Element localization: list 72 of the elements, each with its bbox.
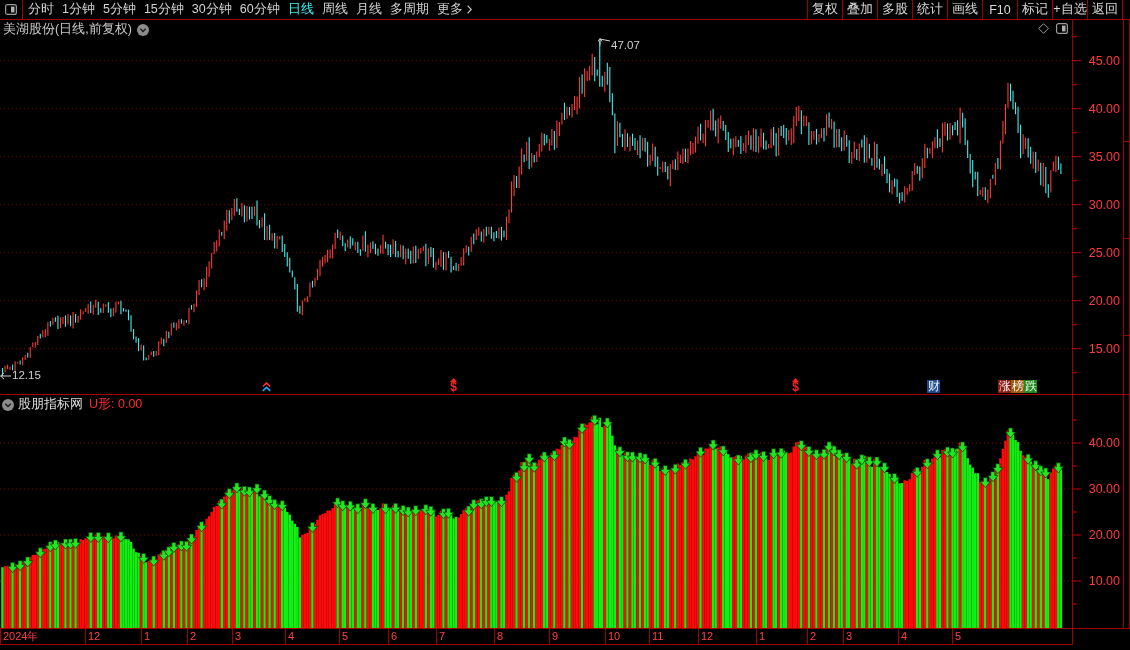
axis-label: 35.00 (1088, 150, 1120, 164)
low-price-label: 12.15 (12, 369, 41, 382)
toolbar-button[interactable]: 统计 (912, 0, 947, 19)
date-label: 3 (843, 629, 853, 644)
date-label: 5 (952, 629, 962, 644)
axis-label: 10.00 (1088, 574, 1120, 588)
toolbar-button[interactable]: 复权 (807, 0, 842, 19)
double-chevron-up-icon (262, 382, 271, 392)
caret-up-icon (792, 378, 799, 382)
date-label: 9 (549, 629, 559, 644)
toolbar-button[interactable]: F10 (982, 0, 1017, 19)
dollar-marker: $ (792, 382, 799, 393)
axis-label: 25.00 (1088, 246, 1120, 260)
period-tab[interactable]: 15分钟 (139, 0, 188, 19)
period-tab[interactable]: 多周期 (385, 0, 433, 19)
toolbar-button[interactable]: 叠加 (842, 0, 877, 19)
event-tag: 涨 (998, 380, 1011, 393)
toolbar-button[interactable]: 返回 (1087, 0, 1122, 19)
date-label: 3 (232, 629, 242, 644)
axis-label: 15.00 (1088, 342, 1120, 356)
leader-arrow-icon (598, 37, 610, 46)
date-label: 4 (285, 629, 295, 644)
toolbar-button[interactable]: 标记 (1017, 0, 1052, 19)
date-label: 6 (388, 629, 398, 644)
toolbar-button[interactable]: 画线 (947, 0, 982, 19)
indicator-title: 股朋指标网 (18, 397, 83, 412)
period-tab[interactable]: 60分钟 (235, 0, 284, 19)
more-menu-button[interactable]: 更多 (432, 0, 476, 19)
period-tab[interactable]: 周线 (317, 0, 352, 19)
date-label: 10 (605, 629, 621, 644)
date-label: 1 (141, 629, 151, 644)
high-price-label: 47.07 (611, 39, 640, 52)
dropdown-icon[interactable] (136, 23, 149, 36)
toolbar-button[interactable]: +自选 (1052, 0, 1087, 19)
period-tab[interactable]: 30分钟 (187, 0, 236, 19)
period-tab[interactable]: 月线 (351, 0, 386, 19)
event-tag: 财 (927, 380, 940, 393)
diamond-icon[interactable] (1038, 23, 1049, 34)
date-label: 2024年 (0, 629, 39, 644)
left-arrow-icon (0, 371, 11, 380)
date-label: 2 (807, 629, 817, 644)
date-label: 7 (436, 629, 446, 644)
date-label: 12 (698, 629, 714, 644)
axis-label: 30.00 (1088, 198, 1120, 212)
date-label: 5 (339, 629, 349, 644)
date-label: 12 (85, 629, 101, 644)
axis-label: 20.00 (1088, 294, 1120, 308)
axis-label: 40.00 (1088, 436, 1120, 450)
chevron-right-icon (466, 5, 472, 14)
axis-label: 45.00 (1088, 54, 1120, 68)
collapse-icon[interactable] (2, 398, 14, 411)
date-label: 1 (756, 629, 766, 644)
axis-label: 30.00 (1088, 482, 1120, 496)
period-tab[interactable]: 分时 (24, 0, 58, 19)
period-tab[interactable]: 5分钟 (98, 0, 140, 19)
period-tab[interactable]: 1分钟 (58, 0, 99, 19)
chart-title: 美湖股份(日线,前复权) (3, 22, 132, 37)
event-tag: 跌 (1024, 380, 1037, 393)
panel-toggle-icon (5, 4, 17, 15)
toolbar-button[interactable]: 多股 (877, 0, 912, 19)
date-label: 11 (649, 629, 664, 644)
event-tag: 榜 (1011, 380, 1024, 393)
date-label: 8 (494, 629, 504, 644)
dollar-marker: $ (450, 382, 457, 393)
caret-up-icon (450, 378, 457, 382)
axis-label: 20.00 (1088, 528, 1120, 542)
date-label: 4 (898, 629, 908, 644)
axis-label: 40.00 (1088, 102, 1120, 116)
panel-toggle-icon (1056, 23, 1068, 34)
date-label: 2 (187, 629, 197, 644)
indicator-reading: U形: 0.00 (89, 397, 143, 412)
period-tab[interactable]: 日线 (283, 0, 318, 19)
